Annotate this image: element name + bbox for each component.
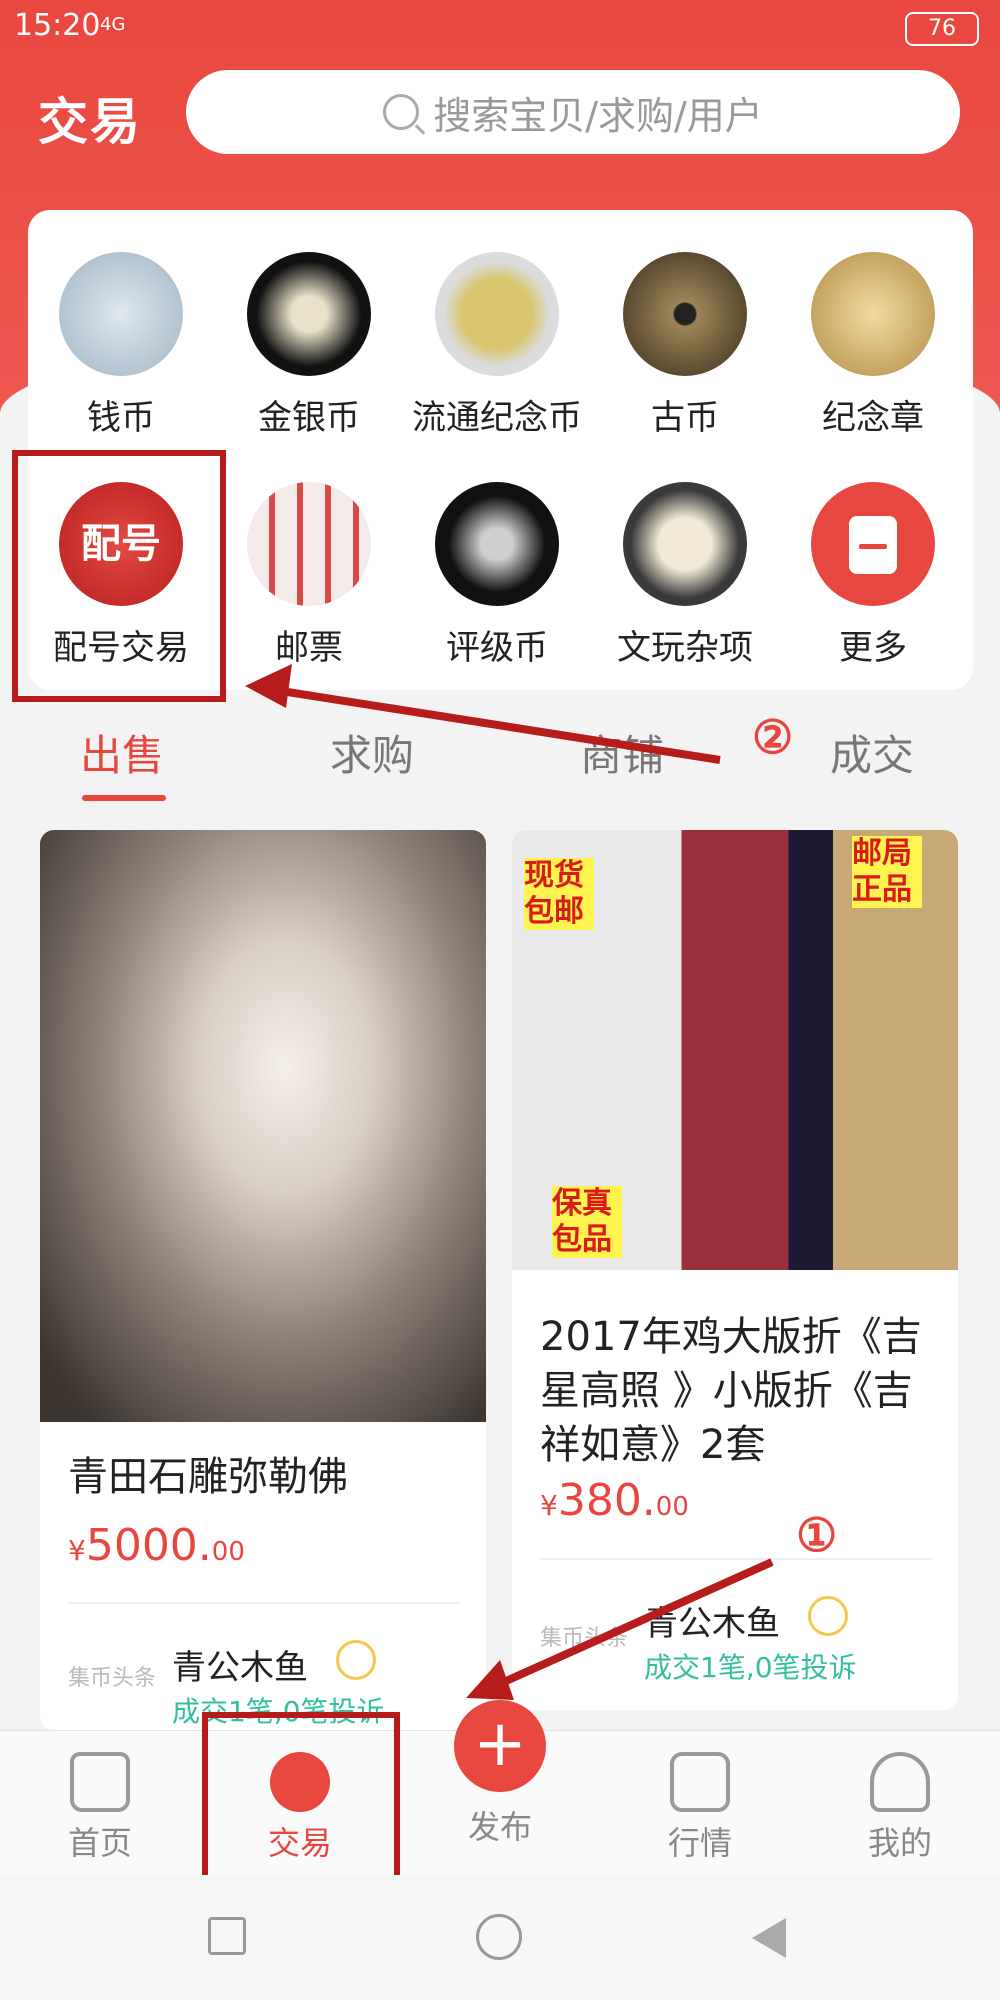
back-button[interactable] <box>752 1918 786 1958</box>
nav-label: 我的 <box>867 1824 932 1862</box>
step-1-marker: ① <box>796 1508 838 1562</box>
nav-label: 行情 <box>667 1824 732 1862</box>
home-icon <box>70 1752 130 1812</box>
nav-label: 发布 <box>467 1808 532 1846</box>
arrow-head <box>466 1660 514 1700</box>
step-2-marker: ② <box>752 710 794 764</box>
nav-mine[interactable]: 我的 <box>840 1752 960 1864</box>
person-icon <box>870 1752 930 1812</box>
nav-home[interactable]: 首页 <box>40 1752 160 1864</box>
arrow-to-trade-tab <box>484 1558 774 1694</box>
arrow-head <box>245 664 292 708</box>
chart-icon <box>670 1752 730 1812</box>
home-button[interactable] <box>476 1914 522 1960</box>
publish-plus-icon: + <box>454 1700 546 1792</box>
nav-publish[interactable]: + 发布 <box>440 1700 560 1848</box>
arrow-to-serial-trading <box>261 684 721 764</box>
nav-market[interactable]: 行情 <box>640 1752 760 1864</box>
nav-label: 首页 <box>67 1824 132 1862</box>
recent-apps-button[interactable] <box>208 1917 246 1955</box>
highlight-trade-tab <box>202 1712 400 1882</box>
